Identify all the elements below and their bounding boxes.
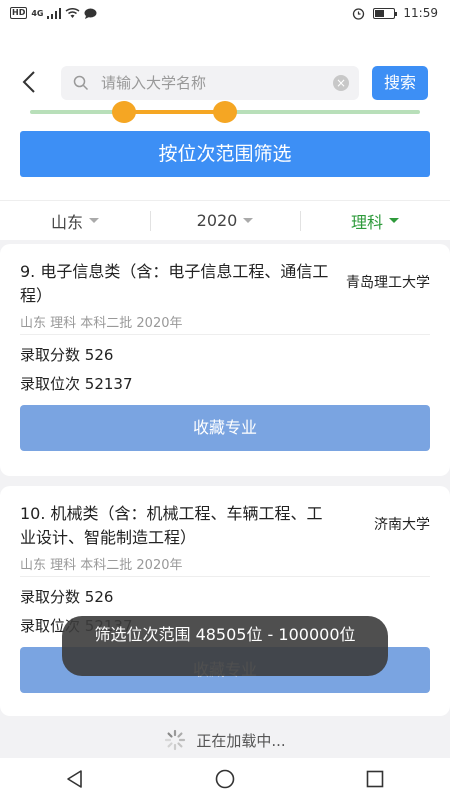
search-button[interactable]: 搜索 (372, 66, 428, 100)
nav-recent-icon[interactable] (365, 769, 385, 789)
year-dropdown[interactable]: 2020 (150, 201, 300, 240)
network-type: 4G (31, 8, 44, 18)
score-row: 录取分数 526 (20, 344, 113, 365)
search-icon (73, 75, 89, 91)
major-name: 9. 电子信息类（含：电子信息工程、通信工程） (20, 262, 329, 305)
search-box: × (61, 66, 359, 100)
score-value: 526 (84, 346, 114, 364)
score-label: 录取分数 (20, 346, 81, 364)
loading-indicator: 正在加载中... (0, 726, 450, 754)
signal-icon (47, 7, 62, 19)
rank-range-slider[interactable] (30, 100, 420, 124)
result-card: 9. 电子信息类（含：电子信息工程、通信工程） 青岛理工大学 山东 理科 本科二… (0, 244, 450, 476)
favorite-major-button[interactable]: 收藏专业 (20, 405, 430, 451)
system-nav-bar (0, 758, 450, 800)
wifi-icon (66, 7, 80, 18)
clock: 11:59 (403, 6, 438, 20)
province-dropdown[interactable]: 山东 (0, 201, 150, 240)
status-bar: HD 4G 11:59 (0, 0, 450, 30)
slider-selected-range (123, 110, 225, 114)
search-input[interactable] (101, 66, 321, 100)
alarm-icon (353, 7, 365, 20)
divider (20, 334, 430, 335)
clear-icon[interactable]: × (333, 75, 349, 91)
slider-thumb-low[interactable] (111, 101, 136, 123)
year-label: 2020 (196, 211, 238, 230)
result-card: 10. 机械类（含：机械工程、车辆工程、工业设计、智能制造工程） 济南大学 山东… (0, 486, 450, 716)
score-value: 526 (84, 588, 114, 606)
toast-message: 筛选位次范围 48505位 - 100000位 (62, 616, 388, 676)
message-icon (84, 8, 97, 19)
rank-row: 录取位次 52137 (20, 373, 133, 394)
hd-icon: HD (10, 7, 28, 19)
school-name[interactable]: 青岛理工大学 (346, 272, 430, 292)
spinner-icon (165, 729, 186, 751)
subject-label: 理科 (350, 212, 383, 232)
major-name: 10. 机械类（含：机械工程、车辆工程、工业设计、智能制造工程） (20, 504, 323, 547)
loading-text: 正在加载中... (196, 731, 286, 750)
school-name[interactable]: 济南大学 (374, 514, 430, 534)
back-arrow-icon[interactable] (18, 70, 42, 94)
slider-thumb-high[interactable] (213, 101, 237, 123)
chevron-down-icon (243, 218, 254, 223)
nav-home-icon[interactable] (214, 768, 236, 790)
status-left: HD 4G (10, 7, 97, 19)
filter-dropdown-bar: 山东 2020 理科 (0, 200, 450, 240)
battery-level (375, 9, 384, 17)
rank-value: 52137 (84, 375, 133, 393)
divider (20, 576, 430, 577)
nav-back-icon[interactable] (65, 769, 85, 789)
score-label: 录取分数 (20, 588, 81, 606)
status-right: 11:59 (352, 6, 438, 20)
result-meta: 山东 理科 本科二批 2020年 (20, 558, 183, 573)
battery-icon (373, 7, 398, 19)
chevron-down-icon (389, 218, 399, 223)
chevron-down-icon (89, 218, 99, 223)
result-meta: 山东 理科 本科二批 2020年 (20, 316, 183, 331)
subject-dropdown[interactable]: 理科 (300, 201, 450, 240)
search-header: × 搜索 按位次范围筛选 山东 2020 理科 (0, 30, 450, 240)
score-row: 录取分数 526 (20, 586, 113, 607)
rank-label: 录取位次 (20, 375, 81, 393)
province-label: 山东 (50, 212, 83, 232)
filter-by-rank-button[interactable]: 按位次范围筛选 (20, 131, 430, 177)
